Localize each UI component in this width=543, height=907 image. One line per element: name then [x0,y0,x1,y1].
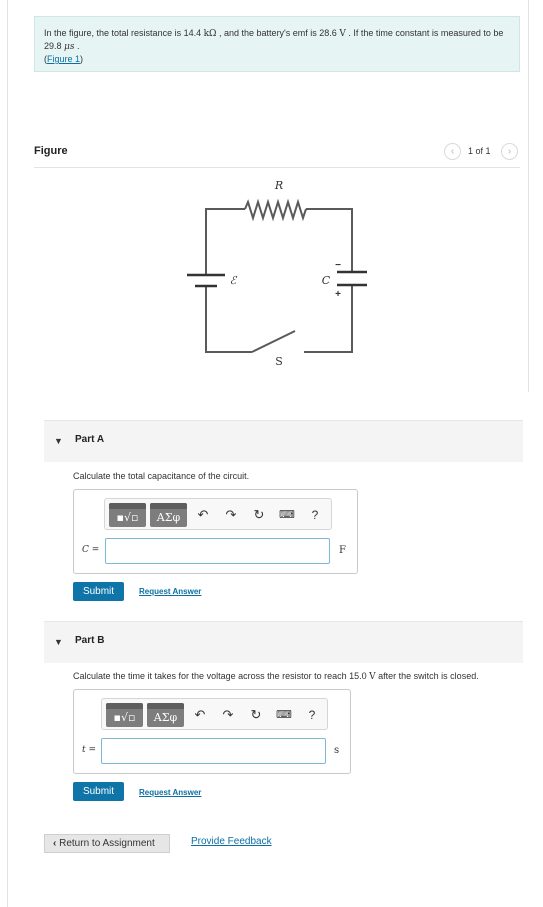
intro-text-1: In the figure, the total resistance is 1… [44,28,204,38]
part-a-caret-icon: ▼ [54,436,63,446]
part-b-prompt: Calculate the time it takes for the volt… [73,671,479,682]
part-a-equals: = [88,545,100,555]
time-input[interactable] [101,738,326,764]
part-a-answer-box: ▪√▫ ΑΣφ ↶ ↷ ↻ ⌨ ? C = F [73,489,358,574]
switch-blade [251,330,296,353]
keyboard-icon[interactable]: ⌨ [276,707,292,723]
resistor [244,198,307,222]
templates-label: ▪√▫ [116,511,139,524]
part-b-header[interactable]: ▼ Part B [44,621,523,663]
redo-icon[interactable]: ↷ [223,507,239,523]
resistor-label: R [274,179,283,192]
return-label: Return to Assignment [59,838,155,849]
capacitance-input[interactable] [105,538,330,564]
pager-count: 1 of 1 [468,146,491,156]
part-a-prompt: Calculate the total capacitance of the c… [73,471,250,481]
greek-label: ΑΣφ [153,711,178,724]
prev-figure-button[interactable]: ‹ [444,143,461,160]
back-chevron-icon: ‹ [53,838,57,849]
reset-icon[interactable]: ↻ [251,507,267,523]
part-a-variable-label: C = [82,545,99,555]
greek-label: ΑΣφ [156,511,181,524]
figure-pager: ‹ 1 of 1 › [444,143,520,161]
provide-feedback-link[interactable]: Provide Feedback [191,836,272,847]
templates-button[interactable]: ▪√▫ [109,503,146,527]
left-border [7,0,8,907]
help-icon[interactable]: ? [304,707,320,723]
part-b-prompt-text-1: Calculate the time it takes for the volt… [73,671,370,681]
part-b-equals: = [85,745,97,755]
figure-divider [34,167,520,168]
intro-text-4: . [74,41,80,51]
templates-button[interactable]: ▪√▫ [106,703,143,727]
figure-link[interactable]: Figure 1 [47,54,80,64]
right-border [528,0,529,392]
capacitor-plus-label: + [335,289,341,300]
keyboard-icon[interactable]: ⌨ [279,507,295,523]
part-a-math-toolbar: ▪√▫ ΑΣφ ↶ ↷ ↻ ⌨ ? [104,498,332,530]
emf-label: ℰ [230,274,238,287]
greek-symbols-button[interactable]: ΑΣφ [150,503,187,527]
help-icon[interactable]: ? [307,507,323,523]
part-a-title: Part A [75,434,105,445]
return-to-assignment-button[interactable]: ‹ Return to Assignment [44,834,170,853]
wire-right-bottom [304,285,353,353]
part-b-caret-icon: ▼ [54,637,63,647]
redo-icon[interactable]: ↷ [220,707,236,723]
undo-icon[interactable]: ↶ [195,507,211,523]
problem-statement: In the figure, the total resistance is 1… [34,16,520,72]
part-a-submit-button[interactable]: Submit [73,582,124,601]
wire-right-top [306,208,353,272]
wire-left-bottom [205,287,252,353]
capacitor-minus-label: − [335,260,341,271]
part-b-title: Part B [75,635,105,646]
reset-icon[interactable]: ↻ [248,707,264,723]
greek-symbols-button[interactable]: ΑΣφ [147,703,184,727]
part-b-request-answer-link[interactable]: Request Answer [139,788,201,797]
next-figure-button[interactable]: › [501,143,518,160]
part-b-unit: s [334,745,340,756]
undo-icon[interactable]: ↶ [192,707,208,723]
time-unit: μs [64,42,75,52]
rc-circuit-diagram: R ℰ C − + S [187,179,367,368]
part-a-request-answer-link[interactable]: Request Answer [139,587,201,596]
part-b-prompt-text-2: after the switch is closed. [375,671,479,681]
part-a-unit: F [339,545,346,556]
capacitor-label: C [322,274,331,287]
wire-left-top [205,208,245,275]
part-b-variable-label: t = [82,745,96,755]
switch-label: S [275,355,283,368]
part-b-answer-box: ▪√▫ ΑΣφ ↶ ↷ ↻ ⌨ ? t = s [73,689,351,774]
link-close-paren: ) [80,54,84,64]
part-a-header[interactable]: ▼ Part A [44,420,523,462]
resistance-unit: kΩ [203,29,217,39]
part-b-submit-button[interactable]: Submit [73,782,124,801]
part-a-variable: C [82,545,89,555]
templates-label: ▪√▫ [113,711,136,724]
intro-text-2: , and the battery's emf is 28.6 [216,28,340,38]
part-b-math-toolbar: ▪√▫ ΑΣφ ↶ ↷ ↻ ⌨ ? [101,698,328,730]
figure-title: Figure [34,145,68,157]
